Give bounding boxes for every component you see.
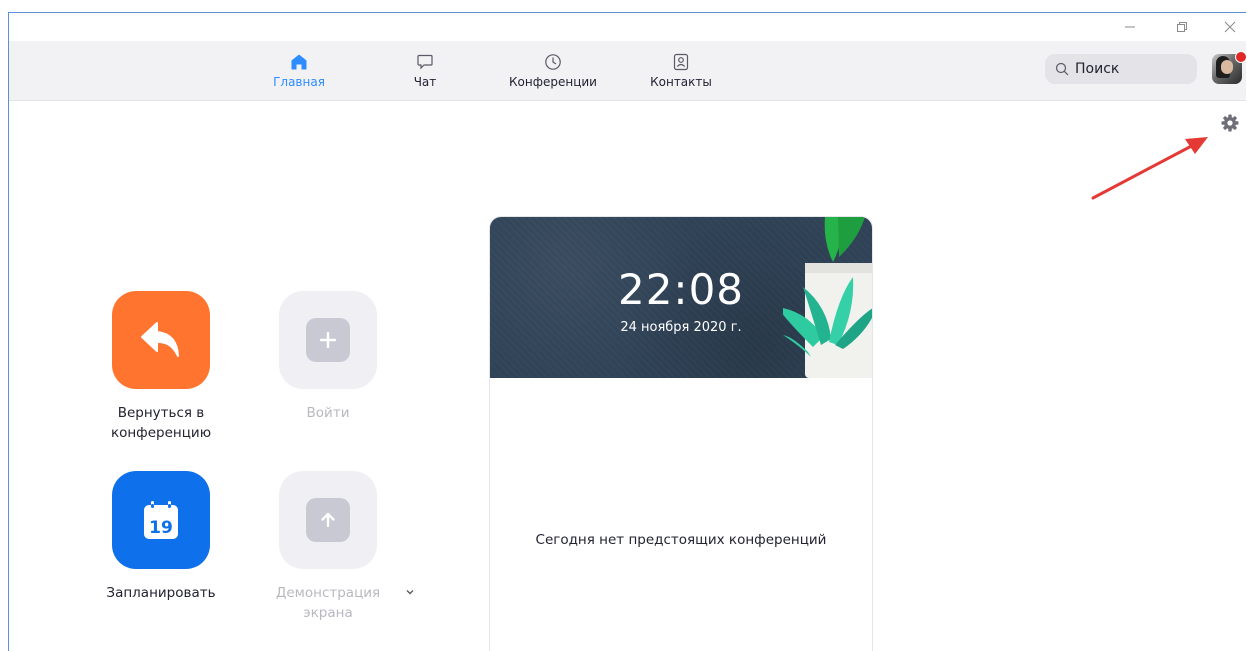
title-bar	[9, 13, 1246, 41]
search-icon	[1055, 62, 1069, 76]
contacts-icon	[673, 53, 689, 70]
restore-button[interactable]	[1164, 13, 1200, 41]
notification-dot	[1235, 51, 1246, 63]
home-icon	[291, 54, 307, 69]
share-screen-icon	[321, 512, 335, 528]
restore-icon	[1177, 22, 1187, 32]
close-button[interactable]	[1212, 13, 1246, 41]
tab-chat-label: Чат	[413, 74, 437, 89]
tab-chat[interactable]: Чат	[405, 41, 445, 100]
clock-icon	[545, 53, 561, 70]
main-toolbar: Главная Чат Конференции Контакты Поиск	[9, 41, 1246, 101]
tab-meetings-label: Конференции	[509, 74, 597, 89]
join-action: Войти	[248, 291, 408, 423]
schedule-action[interactable]: 19 Запланировать	[81, 471, 241, 603]
rejoin-meeting-button[interactable]	[112, 291, 210, 389]
calendar-icon: 19	[144, 501, 178, 539]
no-meetings-message: Сегодня нет предстоящих конференций	[535, 532, 827, 548]
tab-home[interactable]: Главная	[271, 41, 327, 100]
chat-icon	[417, 54, 433, 69]
tab-contacts[interactable]: Контакты	[649, 41, 713, 100]
share-screen-button	[279, 471, 377, 569]
annotation-arrow-icon	[1091, 137, 1208, 200]
rejoin-meeting-action[interactable]: Вернуться в конференцию	[81, 291, 241, 443]
join-label: Войти	[306, 405, 350, 421]
tab-contacts-label: Контакты	[650, 74, 712, 89]
join-button	[279, 291, 377, 389]
plus-icon	[319, 331, 337, 349]
search-text: Поиск	[1075, 61, 1120, 77]
card-header: 22:08 24 ноября 2020 г.	[490, 217, 872, 378]
rejoin-meeting-label: Вернуться в конференцию	[110, 405, 212, 441]
current-date: 24 ноября 2020 г.	[620, 320, 742, 335]
settings-gear-icon[interactable]	[1220, 113, 1240, 133]
minimize-button[interactable]	[1112, 13, 1148, 41]
tab-meetings[interactable]: Конференции	[507, 41, 599, 100]
search-box[interactable]: Поиск	[1045, 54, 1197, 84]
share-screen-action: Демонстрация экрана	[248, 471, 408, 623]
minimize-icon	[1125, 26, 1135, 28]
upcoming-meetings-card: 22:08 24 ноября 2020 г. Сегодня нет пред…	[489, 216, 873, 651]
rejoin-arrow-icon	[141, 322, 179, 357]
schedule-button[interactable]: 19	[112, 471, 210, 569]
calendar-day: 19	[149, 518, 173, 538]
schedule-label: Запланировать	[106, 585, 216, 601]
close-icon	[1224, 21, 1236, 33]
tab-home-label: Главная	[273, 74, 325, 89]
share-screen-options-chevron-down-icon[interactable]	[404, 587, 416, 597]
zoom-window: Главная Чат Конференции Контакты Поиск В…	[8, 12, 1246, 651]
share-screen-label: Демонстрация экрана	[275, 585, 381, 621]
current-time: 22:08	[617, 265, 745, 314]
avatar-face	[1221, 60, 1233, 74]
avatar[interactable]	[1212, 51, 1246, 84]
